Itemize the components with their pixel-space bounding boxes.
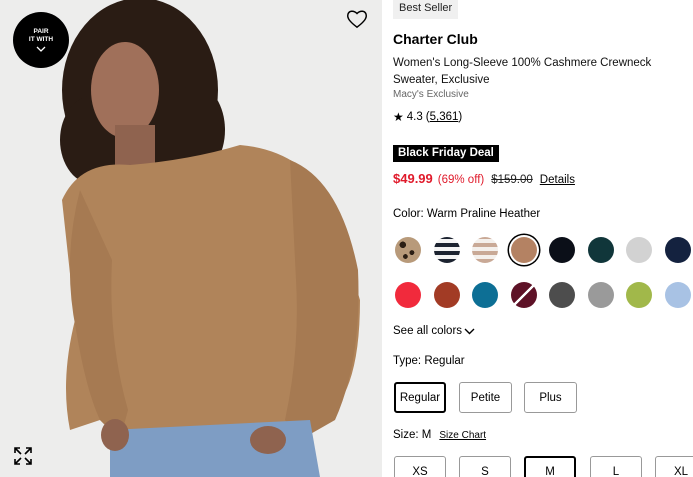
color-swatch[interactable] (664, 282, 691, 308)
size-label: Size: M Size Chart (393, 429, 486, 441)
original-price: $159.00 (491, 174, 533, 186)
color-swatch[interactable] (549, 282, 575, 308)
color-swatch[interactable] (433, 237, 460, 263)
color-swatch[interactable] (549, 237, 575, 263)
price-details-link[interactable]: Details (540, 174, 575, 186)
model-photo (0, 0, 382, 477)
color-prefix: Color: (393, 208, 424, 220)
heart-icon[interactable] (346, 9, 368, 29)
review-count[interactable]: 5,361 (430, 111, 459, 123)
star-icon: ★ (393, 110, 404, 124)
product-image[interactable]: PAIR IT WITH (0, 0, 382, 477)
rating[interactable]: ★ 4.3 (5,361) (393, 110, 462, 124)
size-prefix: Size: (393, 429, 419, 441)
color-swatch[interactable] (664, 237, 691, 263)
expand-icon[interactable] (13, 446, 33, 466)
type-option-plus[interactable]: Plus (524, 382, 577, 413)
size-option-xl[interactable]: XL (655, 456, 693, 477)
size-option-m[interactable]: M (524, 456, 576, 477)
color-swatch[interactable] (395, 237, 421, 263)
type-value: Regular (424, 355, 465, 367)
size-option-l[interactable]: L (590, 456, 642, 477)
color-name: Warm Praline Heather (426, 208, 541, 220)
see-all-colors-label: See all colors (393, 325, 463, 337)
color-swatch[interactable] (626, 282, 652, 308)
exclusive-label: Macy's Exclusive (393, 89, 469, 100)
color-swatch[interactable] (510, 282, 537, 308)
size-text: Size: M (393, 429, 431, 441)
color-label: Color: Warm Praline Heather (393, 208, 540, 220)
deal-badge: Black Friday Deal (393, 145, 499, 162)
pair-badge-line1: PAIR (33, 28, 49, 35)
color-swatch[interactable] (472, 282, 498, 308)
size-chart-link[interactable]: Size Chart (439, 430, 486, 441)
chevron-down-icon (464, 328, 475, 334)
type-option-petite[interactable]: Petite (459, 382, 512, 413)
chevron-down-icon (36, 46, 46, 52)
color-swatch[interactable] (472, 237, 498, 263)
product-title: Women's Long-Sleeve 100% Cashmere Crewne… (393, 57, 652, 86)
product-details: Best Seller Charter Club Women's Long-Sl… (393, 0, 693, 477)
type-prefix: Type: (393, 355, 422, 367)
color-swatch[interactable] (433, 282, 460, 308)
color-swatch[interactable] (587, 237, 614, 263)
pair-badge-line2: IT WITH (28, 36, 54, 43)
review-count-wrapper[interactable]: (5,361) (426, 111, 462, 123)
see-all-colors-button[interactable]: See all colors (393, 325, 475, 337)
price-row: $49.99 (69% off) $159.00 Details (393, 171, 575, 186)
size-value: M (421, 429, 432, 441)
color-swatch[interactable] (510, 237, 537, 263)
color-swatch[interactable] (587, 282, 614, 308)
discount-percent: (69% off) (437, 174, 485, 186)
type-option-regular[interactable]: Regular (394, 382, 446, 413)
size-option-s[interactable]: S (459, 456, 511, 477)
size-option-xs[interactable]: XS (394, 456, 446, 477)
color-swatch[interactable] (626, 237, 652, 263)
best-seller-badge: Best Seller (393, 0, 459, 19)
brand-name[interactable]: Charter Club (393, 31, 478, 47)
sale-price: $49.99 (393, 171, 433, 186)
color-swatch[interactable] (395, 282, 421, 308)
type-label: Type: Regular (393, 355, 465, 367)
pair-it-with-button[interactable]: PAIR IT WITH (13, 12, 69, 68)
rating-value: 4.3 (406, 111, 423, 123)
